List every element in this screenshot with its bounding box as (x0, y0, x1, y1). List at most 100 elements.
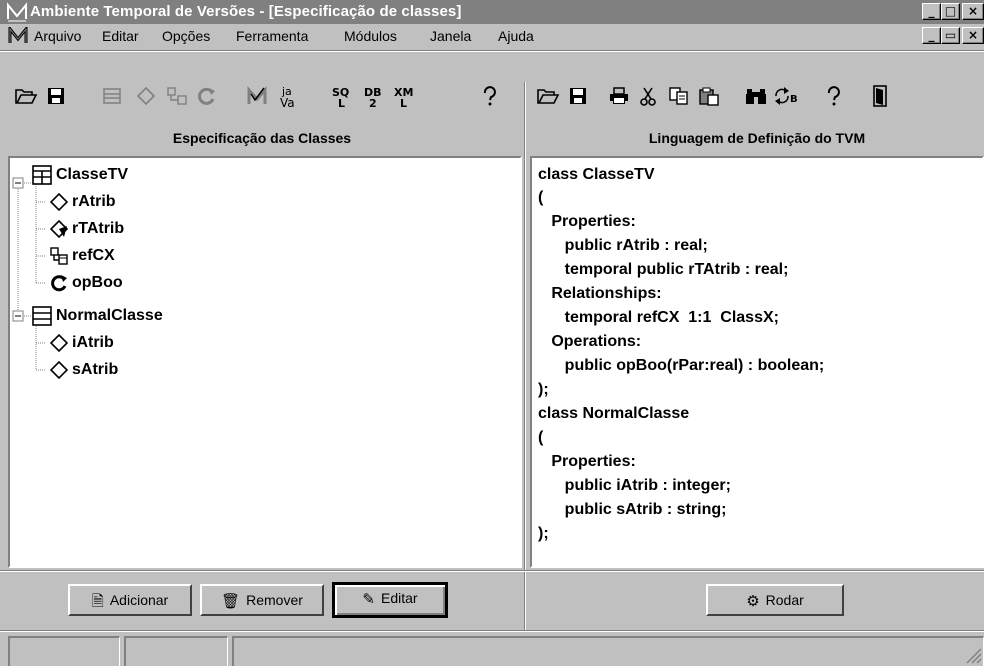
trash-icon: 🗑 (221, 592, 241, 611)
status-panel-1 (8, 636, 120, 666)
attribute-icon[interactable] (136, 86, 156, 106)
add-button-label: Adicionar (109, 592, 169, 608)
status-panel-3 (232, 636, 984, 666)
right-panel-header: Linguagem de Definição do TVM (530, 120, 984, 156)
left-toolbar: ja Va SQ L DB 2 XM L (0, 82, 524, 110)
code-line: Properties: (538, 213, 636, 230)
relationship-icon[interactable] (166, 86, 188, 106)
sql-icon-bottom: L (338, 97, 346, 110)
save-disk-icon[interactable] (46, 86, 66, 106)
paste-icon[interactable] (698, 86, 720, 106)
document-logo-icon (8, 27, 28, 43)
cut-icon[interactable] (638, 86, 658, 106)
close-button[interactable]: × (962, 3, 984, 20)
right-toolbar: B (530, 82, 984, 110)
add-document-icon: 🗎 (91, 592, 104, 611)
class-icon (32, 306, 52, 326)
open-folder-icon[interactable] (536, 86, 560, 106)
check-icon[interactable] (246, 86, 268, 106)
relationship-icon (50, 247, 68, 265)
db2-icon-bottom: 2 (369, 97, 377, 110)
operation-icon[interactable] (196, 86, 218, 106)
replace-arrows-icon (775, 87, 789, 105)
code-line: ( (538, 429, 544, 446)
code-line: class NormalClasse (538, 405, 690, 422)
code-line: public sAtrib : string; (538, 501, 727, 518)
edit-button-label: Editar (381, 590, 418, 606)
run-button[interactable]: ⚙ Rodar (706, 584, 844, 616)
code-line: ); (538, 525, 549, 542)
find-icon[interactable] (744, 86, 768, 106)
code-line: Relationships: (538, 285, 662, 302)
tree-node-rtatrib[interactable]: rTAtrib (72, 217, 124, 241)
class-icon[interactable] (102, 86, 122, 106)
code-line: Operations: (538, 333, 642, 350)
code-line: public opBoo(rPar:real) : boolean; (538, 357, 825, 374)
temporal-attribute-icon (50, 220, 68, 238)
tree-node-satrib[interactable]: sAtrib (72, 358, 118, 382)
class-temporal-icon (32, 165, 52, 185)
code-line: public iAtrib : integer; (538, 477, 731, 494)
menu-bar (0, 24, 984, 48)
attribute-icon (50, 193, 68, 211)
tree-node-iatrib[interactable]: iAtrib (72, 331, 114, 355)
tree-node-ratrib[interactable]: rAtrib (72, 190, 116, 214)
replace-icon-label: B (790, 94, 798, 105)
code-line: temporal public rTAtrib : real; (538, 261, 789, 278)
run-gears-icon: ⚙ (746, 592, 760, 611)
tvm-code-editor[interactable]: class ClasseTV ( Properties: public rAtr… (530, 156, 984, 568)
edit-button[interactable]: ✎ Editar (332, 582, 448, 618)
window-title: Ambiente Temporal de Versões - [Especifi… (30, 3, 462, 20)
menu-arquivo[interactable]: Arquivo (34, 27, 81, 45)
add-button[interactable]: 🗎 Adicionar (68, 584, 192, 616)
ja-va-icon[interactable]: ja Va (276, 85, 300, 110)
run-button-label: Rodar (765, 592, 804, 608)
db2-icon[interactable]: DB 2 (362, 85, 388, 110)
code-line: public rAtrib : real; (538, 237, 708, 254)
replace-icon[interactable]: B (772, 84, 802, 110)
tree-node-refcx[interactable]: refCX (72, 244, 115, 268)
help-icon[interactable] (824, 86, 844, 106)
copy-icon[interactable] (668, 86, 690, 106)
code-line: ); (538, 381, 549, 398)
mdi-restore-button[interactable]: ▭ (941, 27, 960, 44)
sql-icon[interactable]: SQ L (330, 85, 356, 110)
menu-ferramenta[interactable]: Ferramenta (236, 27, 308, 45)
tree-node-normalclasse[interactable]: NormalClasse (56, 304, 163, 328)
mdi-close-button[interactable]: × (962, 27, 984, 44)
maximize-button[interactable]: □ (941, 3, 960, 20)
operation-icon (51, 275, 67, 292)
resize-grip-icon[interactable] (964, 646, 982, 664)
code-line: temporal refCX 1:1 ClassX; (538, 309, 779, 326)
attribute-icon (50, 361, 68, 379)
open-folder-icon[interactable] (14, 86, 38, 106)
mdi-minimize-button[interactable]: _ (922, 27, 941, 44)
tree-node-classetv[interactable]: ClasseTV (56, 163, 128, 187)
remove-button-label: Remover (246, 592, 303, 608)
menu-janela[interactable]: Janela (430, 27, 471, 45)
menu-modulos[interactable]: Módulos (344, 27, 397, 45)
button-area-divider-highlight (0, 571, 984, 572)
edit-document-icon: ✎ (362, 590, 375, 609)
code-line: class ClasseTV (538, 166, 655, 183)
menu-editar[interactable]: Editar (102, 27, 139, 45)
minimize-button[interactable]: _ (922, 3, 941, 20)
xml-icon[interactable]: XM L (392, 85, 418, 110)
xml-icon-bottom: L (400, 97, 408, 110)
ja-va-icon-bottom: Va (280, 96, 295, 110)
exit-icon[interactable] (870, 85, 890, 107)
menu-ajuda[interactable]: Ajuda (498, 27, 534, 45)
menu-divider-highlight (0, 51, 984, 52)
help-icon[interactable] (480, 86, 500, 106)
code-line: Properties: (538, 453, 636, 470)
app-logo-icon (6, 2, 28, 22)
class-tree[interactable]: ClasseTV rAtrib rTAtrib refCX opBoo Norm… (8, 156, 522, 568)
save-disk-icon[interactable] (568, 86, 588, 106)
print-icon[interactable] (608, 86, 630, 106)
left-panel-header: Especificação das Classes (0, 120, 524, 156)
menu-opcoes[interactable]: Opções (162, 27, 210, 45)
attribute-icon (50, 334, 68, 352)
remove-button[interactable]: 🗑 Remover (200, 584, 324, 616)
tree-node-opboo[interactable]: opBoo (72, 271, 123, 295)
code-line: ( (538, 189, 544, 206)
